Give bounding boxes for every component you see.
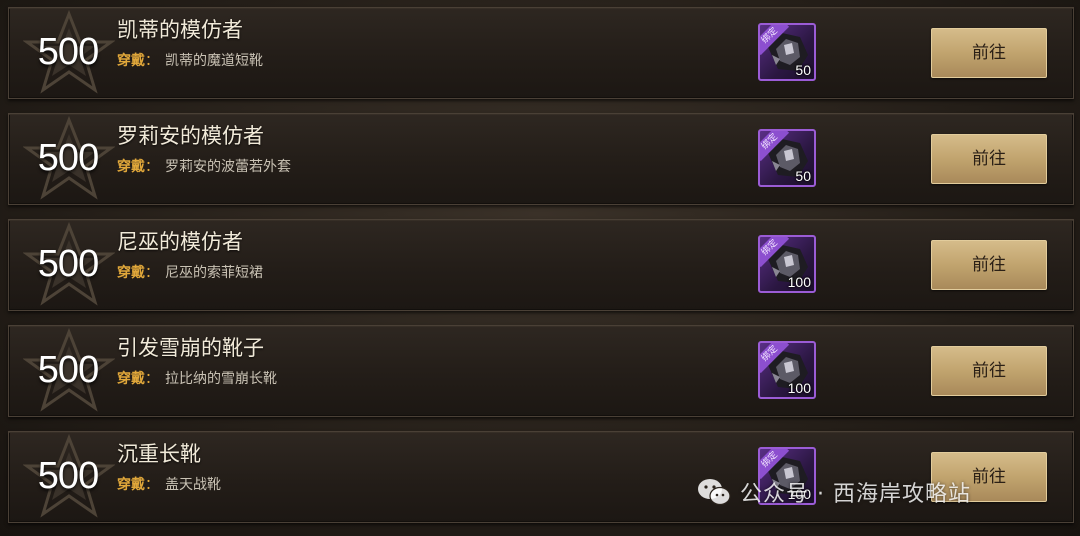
points-value: 500 <box>37 31 99 73</box>
achievement-row: 500 尼巫的模仿者 穿戴： 尼巫的索菲短裙 绑定 100 前往 <box>8 219 1074 311</box>
go-button[interactable]: 前往 <box>931 134 1047 184</box>
requirement-value: 尼巫的索菲短裙 <box>165 265 263 281</box>
reward-quantity: 50 <box>795 168 811 184</box>
requirement-label: 穿戴 <box>117 265 145 281</box>
achievement-title: 沉重长靴 <box>117 442 201 466</box>
reward-quantity: 100 <box>787 380 811 396</box>
requirement-value: 罗莉安的波蕾若外套 <box>165 159 291 175</box>
go-button[interactable]: 前往 <box>931 28 1047 78</box>
points-value: 500 <box>37 243 99 285</box>
reward-item[interactable]: 绑定 100 <box>758 341 816 399</box>
reward-item[interactable]: 绑定 50 <box>758 23 816 81</box>
requirement-label: 穿戴 <box>117 159 145 175</box>
points-value: 500 <box>37 349 99 391</box>
watermark: 公众号 · 西海岸攻略站 <box>696 474 971 510</box>
reward-quantity: 100 <box>787 274 811 290</box>
requirement-label: 穿戴 <box>117 53 145 69</box>
achievement-title: 尼巫的模仿者 <box>117 230 243 254</box>
requirement-label: 穿戴 <box>117 371 145 387</box>
achievement-title: 罗莉安的模仿者 <box>117 124 264 148</box>
reward-item[interactable]: 绑定 100 <box>758 235 816 293</box>
watermark-text: 公众号 · 西海岸攻略站 <box>740 482 971 507</box>
achievement-title: 凯蒂的模仿者 <box>117 18 243 42</box>
points-value: 500 <box>37 137 99 179</box>
requirement-value: 盖天战靴 <box>165 477 221 493</box>
go-button[interactable]: 前往 <box>931 240 1047 290</box>
achievement-list: 500 凯蒂的模仿者 穿戴： 凯蒂的魔道短靴 绑定 50 前往 500 罗莉安的模… <box>0 0 1080 536</box>
wechat-logo-icon <box>698 479 731 506</box>
achievement-row: 500 罗莉安的模仿者 穿戴： 罗莉安的波蕾若外套 绑定 50 前往 <box>8 113 1074 205</box>
reward-item[interactable]: 绑定 50 <box>758 129 816 187</box>
go-button[interactable]: 前往 <box>931 346 1047 396</box>
requirement-value: 拉比纳的雪崩长靴 <box>165 371 277 387</box>
achievement-row: 500 凯蒂的模仿者 穿戴： 凯蒂的魔道短靴 绑定 50 前往 <box>8 7 1074 99</box>
requirement-label: 穿戴 <box>117 477 145 493</box>
achievement-title: 引发雪崩的靴子 <box>117 336 264 360</box>
requirement: 穿戴： 尼巫的索菲短裙 <box>117 265 263 281</box>
requirement: 穿戴： 凯蒂的魔道短靴 <box>117 53 263 69</box>
achievement-row: 500 引发雪崩的靴子 穿戴： 拉比纳的雪崩长靴 绑定 100 前往 <box>8 325 1074 417</box>
requirement-value: 凯蒂的魔道短靴 <box>165 53 263 69</box>
points-value: 500 <box>37 455 99 497</box>
requirement: 穿戴： 罗莉安的波蕾若外套 <box>117 159 291 175</box>
requirement: 穿戴： 拉比纳的雪崩长靴 <box>117 371 277 387</box>
requirement: 穿戴： 盖天战靴 <box>117 477 221 493</box>
reward-quantity: 50 <box>795 62 811 78</box>
